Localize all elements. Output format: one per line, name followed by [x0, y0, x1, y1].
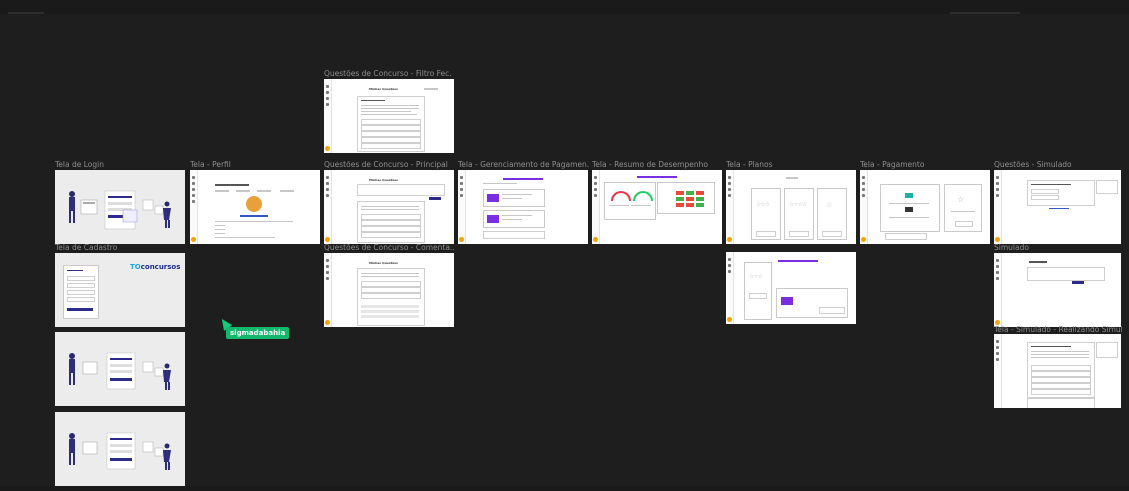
avatar — [325, 237, 330, 242]
payment-card — [776, 288, 848, 318]
avatar — [325, 146, 330, 151]
frame-label-comentarios[interactable]: Questões de Concurso - Comenta... — [324, 243, 455, 252]
avatar — [995, 237, 1000, 242]
avatar — [459, 237, 464, 242]
stars-icon: ☆☆☆ — [756, 201, 770, 208]
sidebar — [458, 170, 466, 244]
collaborator-name-tag: sigmadabahia — [226, 327, 290, 339]
sidebar — [324, 253, 332, 327]
question-card — [357, 268, 425, 326]
frame-perfil[interactable] — [190, 170, 320, 244]
frame-title: Minhas Questões — [369, 178, 398, 182]
question-card — [357, 96, 425, 152]
top-bar-segment — [950, 12, 1020, 14]
frame-login[interactable] — [55, 170, 185, 244]
avatar — [191, 237, 196, 242]
frame-realizando[interactable] — [994, 334, 1121, 408]
avatar — [727, 317, 732, 322]
frame-label-login[interactable]: Tela de Login — [55, 160, 183, 169]
sidebar — [726, 170, 734, 244]
profile-avatar — [246, 196, 262, 212]
stars-icon: ☆☆☆ — [749, 273, 763, 280]
sidebar — [726, 252, 734, 324]
frame-principal[interactable]: Minhas Questões — [324, 170, 454, 244]
frame-planos[interactable]: ☆☆☆ ☆☆☆☆ ☆ — [726, 170, 856, 244]
frame-planos-detalhe[interactable]: ☆☆☆ — [726, 252, 856, 324]
frame-filtro[interactable]: Minhas Questões — [324, 79, 454, 153]
top-bar-segment — [8, 12, 44, 14]
subjects-table — [657, 182, 715, 214]
sidebar — [324, 170, 332, 244]
payment-methods — [880, 184, 940, 232]
frame-title: Minhas Questões — [369, 261, 398, 265]
payment-card — [483, 210, 545, 228]
frame-label-desempenho[interactable]: Tela - Resumo de Desempenho — [592, 160, 723, 169]
frame-login-alt-2[interactable] — [55, 412, 185, 486]
plan-card: ☆ — [817, 188, 847, 240]
frame-label-perfil[interactable]: Tela - Perfil — [190, 160, 318, 169]
plan-card: ☆☆☆ — [744, 262, 772, 320]
canvas-bottom-bar — [0, 486, 1129, 491]
avatar — [727, 237, 732, 242]
frame-login-alt[interactable] — [55, 332, 185, 406]
frame-label-simulado[interactable]: Simulado — [994, 243, 1122, 252]
login-illustration — [69, 352, 171, 390]
avatar — [325, 320, 330, 325]
avatar — [593, 237, 598, 242]
avatar — [861, 237, 866, 242]
canvas-top-bar — [0, 0, 1129, 14]
frame-desempenho[interactable] — [592, 170, 722, 244]
star-icon: ☆ — [826, 201, 833, 209]
payment-card — [483, 189, 545, 207]
sidebar — [860, 170, 868, 244]
profile-heading — [215, 184, 249, 186]
login-illustration — [69, 432, 171, 470]
filter-bar — [357, 184, 445, 196]
sidebar — [190, 170, 198, 244]
frame-comentarios[interactable]: Minhas Questões — [324, 253, 454, 327]
brand-logo: TOconcursos — [130, 263, 181, 271]
stars-icon: ☆☆☆☆ — [789, 201, 807, 208]
plan-summary: ☆ — [944, 184, 982, 232]
frame-label-principal[interactable]: Questões de Concurso - Principal — [324, 160, 455, 169]
plan-card: ☆☆☆☆ — [784, 188, 814, 240]
frame-simulado-questoes[interactable] — [994, 170, 1121, 244]
login-illustration — [69, 190, 171, 230]
sidebar — [324, 79, 332, 153]
signup-form — [63, 265, 99, 319]
frame-pagamentos[interactable] — [458, 170, 588, 244]
sidebar — [592, 170, 600, 244]
add-card-button — [483, 231, 545, 239]
filter-bar — [1027, 267, 1105, 281]
question-card — [1027, 342, 1095, 398]
simulado-card — [1027, 180, 1095, 206]
sidebar — [994, 170, 1002, 244]
frame-simulado[interactable] — [994, 253, 1121, 327]
text-line — [424, 88, 438, 90]
performance-panel — [604, 182, 656, 220]
frame-title: Minhas Questões — [369, 87, 398, 91]
sidebar — [994, 253, 1002, 327]
frame-label-planos[interactable]: Tela - Planos — [726, 160, 854, 169]
frame-label-pagamentos[interactable]: Tela - Gerenciamento de Pagamen... — [458, 160, 589, 169]
frame-label-cadastro[interactable]: Tela de Cadastro — [55, 243, 183, 252]
frame-label-realizando[interactable]: Tela - Simulado - Realizando Simul... — [994, 325, 1122, 334]
frame-label-pagamento[interactable]: Tela - Pagamento — [860, 160, 988, 169]
sidebar — [994, 334, 1002, 408]
frame-pagamento[interactable]: ☆ — [860, 170, 990, 244]
frame-label-simulado-questoes[interactable]: Questões - Simulado — [994, 160, 1122, 169]
plan-card: ☆☆☆ — [751, 188, 781, 240]
star-icon: ☆ — [957, 195, 965, 204]
frame-label-filtro[interactable]: Questões de Concurso - Filtro Fec... — [324, 69, 452, 78]
question-card — [357, 201, 425, 243]
